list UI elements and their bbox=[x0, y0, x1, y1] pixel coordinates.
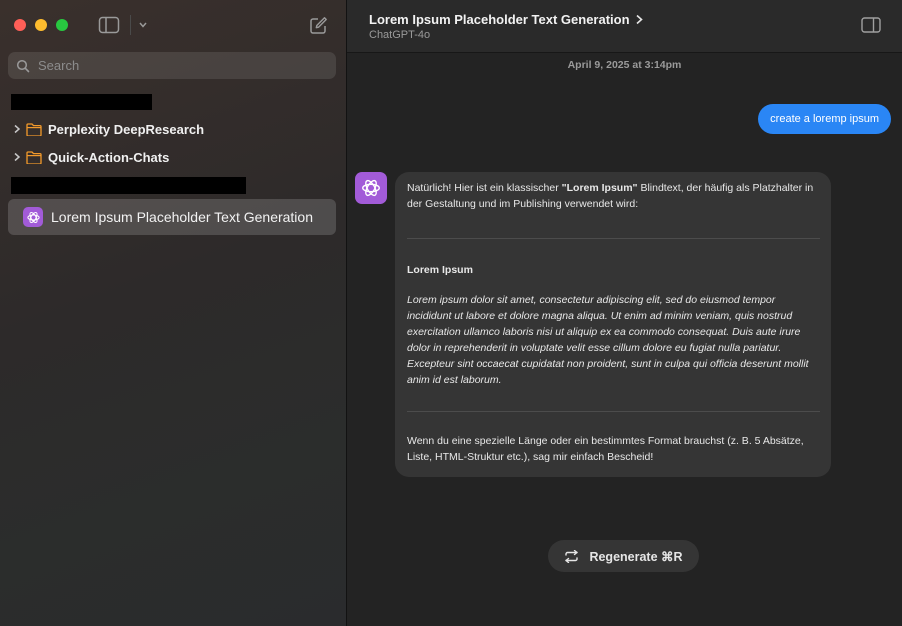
regenerate-icon bbox=[565, 549, 579, 563]
sidebar-toggle-icon[interactable] bbox=[98, 16, 120, 34]
regenerate-button[interactable]: Regenerate ⌘R bbox=[548, 540, 699, 572]
folder-icon bbox=[26, 150, 42, 164]
folder-icon bbox=[26, 122, 42, 136]
search-icon bbox=[16, 59, 30, 72]
chat-header: Lorem Ipsum Placeholder Text Generation … bbox=[347, 0, 902, 53]
regenerate-label: Regenerate ⌘R bbox=[589, 549, 683, 564]
assistant-message-bubble: Natürlich! Hier ist ein klassischer "Lor… bbox=[395, 172, 831, 477]
chat-item-label: Lorem Ipsum Placeholder Text Generation bbox=[51, 209, 313, 225]
divider bbox=[407, 411, 820, 412]
chevron-right-icon[interactable] bbox=[12, 124, 22, 134]
divider bbox=[407, 238, 820, 239]
close-window-button[interactable] bbox=[14, 19, 26, 31]
assistant-outro: Wenn du eine spezielle Länge oder ein be… bbox=[407, 435, 804, 463]
sidebar-chat-item-active[interactable]: Lorem Ipsum Placeholder Text Generation bbox=[8, 199, 336, 235]
assistant-lorem-text: Lorem ipsum dolor sit amet, consectetur … bbox=[407, 294, 809, 386]
search-field[interactable] bbox=[8, 52, 336, 79]
window-controls bbox=[14, 19, 68, 31]
chevron-down-icon[interactable] bbox=[137, 20, 149, 30]
chat-title[interactable]: Lorem Ipsum Placeholder Text Generation bbox=[369, 12, 644, 27]
zoom-window-button[interactable] bbox=[56, 19, 68, 31]
folder-label: Quick-Action-Chats bbox=[48, 149, 170, 165]
chatgpt-logo-icon bbox=[23, 207, 43, 227]
main-panel: Lorem Ipsum Placeholder Text Generation … bbox=[347, 0, 902, 626]
user-message-bubble: create a loremp ipsum bbox=[758, 104, 891, 134]
model-label: ChatGPT-4o bbox=[369, 29, 431, 41]
chatgpt-logo-icon bbox=[355, 172, 387, 204]
folder-label: Perplexity DeepResearch bbox=[48, 121, 205, 137]
chevron-right-icon[interactable] bbox=[12, 152, 22, 162]
assistant-intro: Natürlich! Hier ist ein klassischer "Lor… bbox=[407, 182, 814, 210]
app-window: Perplexity DeepResearch Quick-Action-Cha… bbox=[0, 0, 902, 626]
assistant-heading: Lorem Ipsum bbox=[407, 264, 473, 276]
chevron-right-icon bbox=[636, 14, 643, 25]
right-panel-icon[interactable] bbox=[861, 17, 881, 33]
redacted-section-label bbox=[11, 94, 152, 110]
redacted-section-label bbox=[11, 177, 246, 194]
minimize-window-button[interactable] bbox=[35, 19, 47, 31]
folder-perplexity-deepresearch[interactable]: Perplexity DeepResearch bbox=[12, 120, 204, 138]
toolbar-divider bbox=[130, 15, 131, 35]
folder-quick-action-chats[interactable]: Quick-Action-Chats bbox=[12, 148, 169, 166]
message-timestamp: April 9, 2025 at 3:14pm bbox=[567, 59, 682, 71]
chat-title-text: Lorem Ipsum Placeholder Text Generation bbox=[369, 12, 630, 27]
compose-icon[interactable] bbox=[309, 16, 328, 35]
sidebar: Perplexity DeepResearch Quick-Action-Cha… bbox=[0, 0, 347, 626]
search-input[interactable] bbox=[36, 57, 320, 74]
